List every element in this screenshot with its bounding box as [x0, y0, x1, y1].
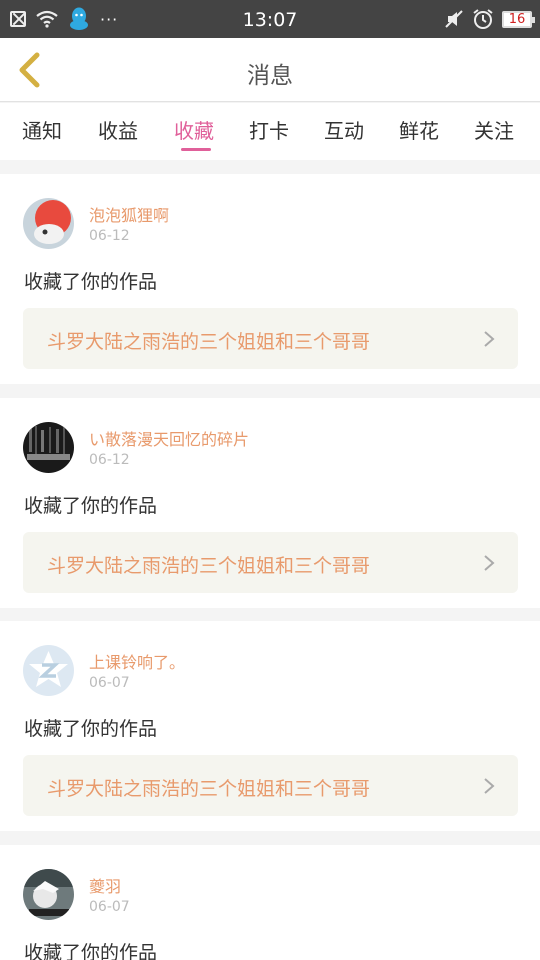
message-card: 夔羽 06-07 收藏了你的作品 — [0, 845, 540, 960]
user-name[interactable]: 上课铃响了。 — [89, 649, 185, 673]
message-date: 06-07 — [89, 899, 130, 915]
message-card: い散落漫天回忆的碎片 06-12 收藏了你的作品 斗罗大陆之雨浩的三个姐姐和三个… — [0, 398, 540, 608]
tab-checkin[interactable]: 打卡 — [249, 115, 289, 144]
page-title: 消息 — [247, 63, 293, 89]
tab-follow[interactable]: 关注 — [474, 115, 514, 144]
chevron-right-icon — [484, 778, 495, 794]
tab-bar: 通知 收益 收藏 打卡 互动 鲜花 关注 — [0, 103, 540, 160]
tab-flowers[interactable]: 鲜花 — [399, 115, 439, 144]
message-text: 收藏了你的作品 — [24, 271, 158, 293]
battery-icon: 16 — [502, 10, 535, 28]
alarm-icon — [473, 9, 493, 29]
tab-earnings[interactable]: 收益 — [98, 115, 138, 144]
message-text: 收藏了你的作品 — [24, 942, 158, 960]
work-title: 斗罗大陆之雨浩的三个姐姐和三个哥哥 — [47, 331, 371, 353]
mute-icon — [445, 10, 463, 28]
header-bar: 消息 — [0, 38, 540, 102]
work-link[interactable]: 斗罗大陆之雨浩的三个姐姐和三个哥哥 — [23, 308, 518, 369]
chevron-right-icon — [484, 555, 495, 571]
user-name[interactable]: い散落漫天回忆的碎片 — [89, 426, 249, 450]
avatar[interactable] — [23, 869, 74, 920]
message-card: 泡泡狐狸啊 06-12 收藏了你的作品 斗罗大陆之雨浩的三个姐姐和三个哥哥 — [0, 174, 540, 384]
work-title: 斗罗大陆之雨浩的三个姐姐和三个哥哥 — [47, 778, 371, 800]
avatar[interactable] — [23, 198, 74, 249]
message-date: 06-12 — [89, 452, 130, 468]
status-bar: ··· 13:07 16 — [0, 0, 540, 38]
chevron-right-icon — [484, 331, 495, 347]
message-date: 06-12 — [89, 228, 130, 244]
work-title: 斗罗大陆之雨浩的三个姐姐和三个哥哥 — [47, 555, 371, 577]
user-name[interactable]: 泡泡狐狸啊 — [89, 202, 169, 226]
tab-interaction[interactable]: 互动 — [324, 115, 364, 144]
message-text: 收藏了你的作品 — [24, 718, 158, 740]
status-right-icons: 16 — [444, 7, 535, 31]
tab-favorites[interactable]: 收藏 — [174, 115, 214, 144]
message-text: 收藏了你的作品 — [24, 495, 158, 517]
active-tab-indicator — [181, 148, 211, 151]
avatar[interactable] — [23, 645, 74, 696]
tab-notifications[interactable]: 通知 — [22, 115, 62, 144]
message-card: 上课铃响了。 06-07 收藏了你的作品 斗罗大陆之雨浩的三个姐姐和三个哥哥 — [0, 621, 540, 831]
avatar[interactable] — [23, 422, 74, 473]
work-link[interactable]: 斗罗大陆之雨浩的三个姐姐和三个哥哥 — [23, 755, 518, 816]
message-date: 06-07 — [89, 675, 130, 691]
work-link[interactable]: 斗罗大陆之雨浩的三个姐姐和三个哥哥 — [23, 532, 518, 593]
user-name[interactable]: 夔羽 — [89, 873, 121, 897]
